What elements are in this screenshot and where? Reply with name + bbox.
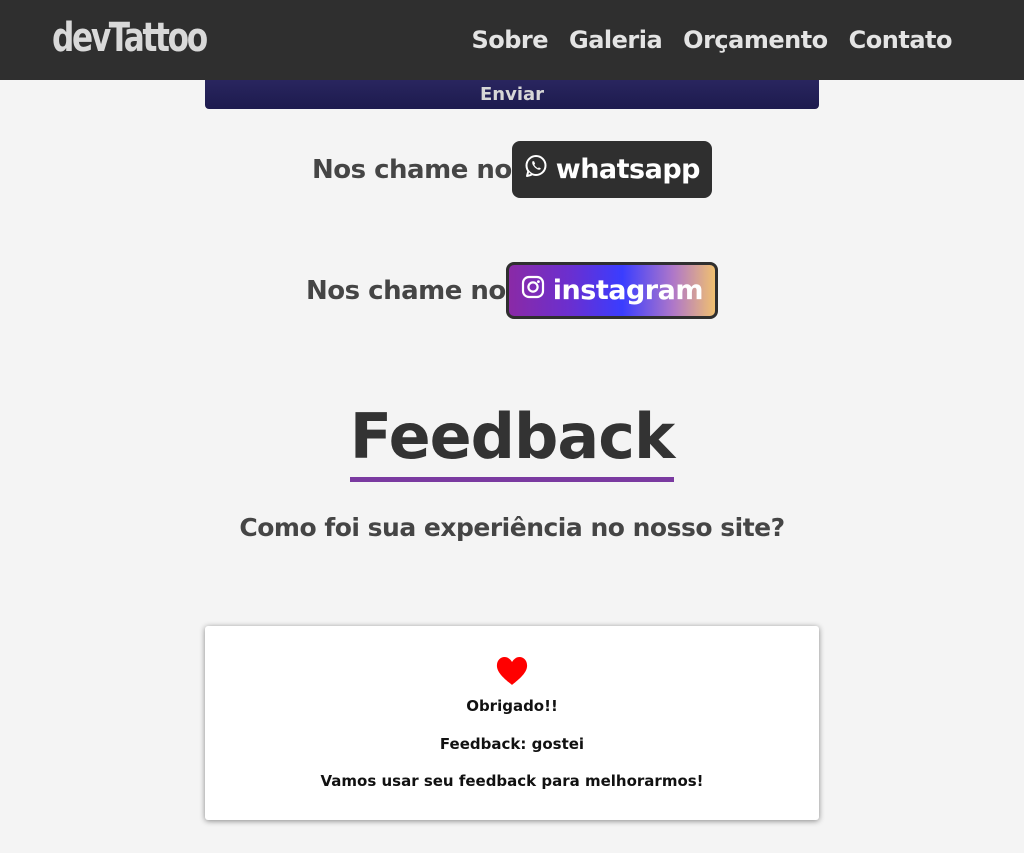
nav-link-sobre[interactable]: Sobre xyxy=(471,24,548,56)
whatsapp-label: whatsapp xyxy=(555,154,701,185)
whatsapp-row: Nos chame no whatsapp xyxy=(0,141,1024,198)
whatsapp-icon xyxy=(524,154,548,185)
navbar: devTattoo Sobre Galeria Orçamento Contat… xyxy=(0,0,1024,80)
send-button[interactable]: Enviar xyxy=(205,78,819,109)
title-underline xyxy=(350,477,674,482)
instagram-row: Nos chame no instagram xyxy=(0,262,1024,319)
instagram-icon xyxy=(521,275,545,306)
heart-icon xyxy=(496,656,528,686)
feedback-thanks: Obrigado!! xyxy=(466,697,558,715)
whatsapp-prefix: Nos chame no xyxy=(311,154,512,185)
feedback-title: Feedback xyxy=(349,400,676,473)
nav-link-galeria[interactable]: Galeria xyxy=(569,24,663,56)
instagram-label: instagram xyxy=(552,275,704,306)
whatsapp-button[interactable]: whatsapp xyxy=(511,141,712,198)
nav-link-orcamento[interactable]: Orçamento xyxy=(683,24,828,56)
nav-links: Sobre Galeria Orçamento Contato xyxy=(471,24,952,56)
feedback-message: Vamos usar seu feedback para melhorarmos… xyxy=(320,772,704,790)
instagram-prefix: Nos chame no xyxy=(306,275,506,306)
instagram-button[interactable]: instagram xyxy=(505,262,718,319)
logo[interactable]: devTattoo xyxy=(52,14,208,62)
feedback-card: Obrigado!! Feedback: gostei Vamos usar s… xyxy=(205,626,819,820)
nav-link-contato[interactable]: Contato xyxy=(849,24,953,56)
feedback-question: Como foi sua experiência no nosso site? xyxy=(239,513,785,542)
feedback-result: Feedback: gostei xyxy=(439,735,585,753)
